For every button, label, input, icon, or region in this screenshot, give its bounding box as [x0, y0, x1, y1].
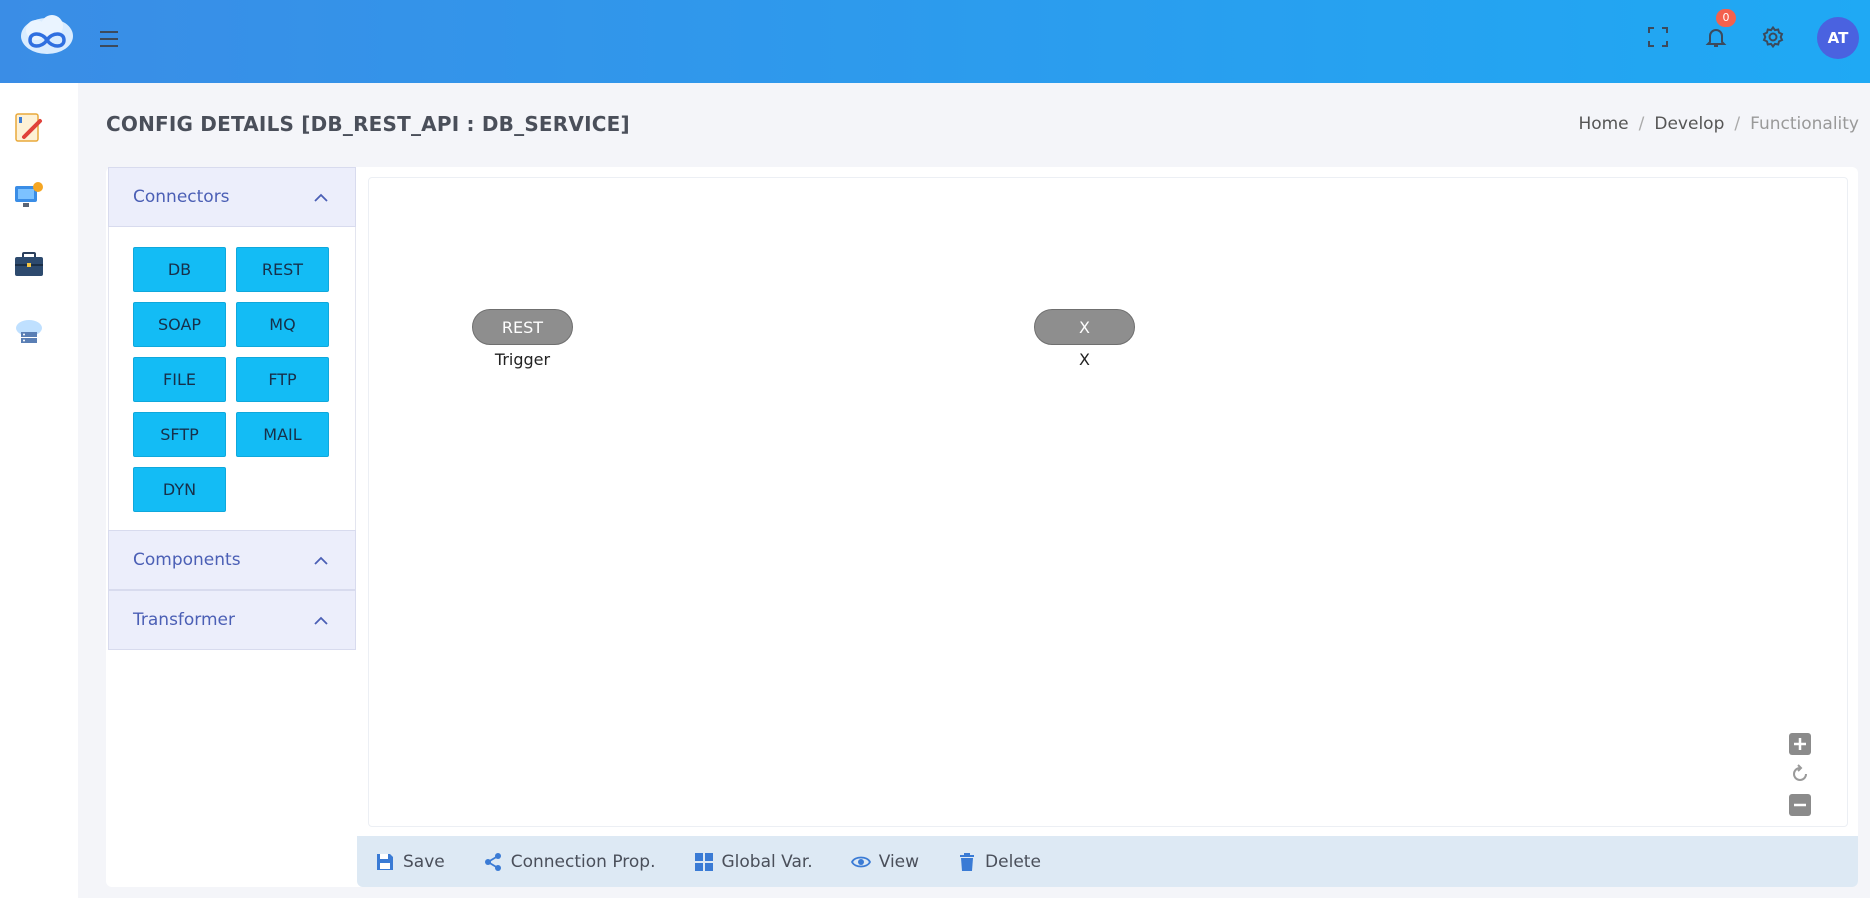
delete-button[interactable]: Delete: [957, 852, 1041, 872]
global-var-button[interactable]: Global Var.: [694, 852, 813, 872]
monitor-settings-icon[interactable]: [12, 179, 46, 213]
breadcrumb-separator: /: [1638, 114, 1645, 134]
flow-node-label: X: [1079, 350, 1090, 369]
connector-mail-button[interactable]: MAIL: [236, 412, 329, 457]
left-rail: [0, 83, 78, 898]
reset-zoom-icon[interactable]: [1788, 762, 1812, 786]
save-icon: [377, 853, 393, 870]
breadcrumb-develop[interactable]: Develop: [1654, 114, 1724, 134]
connection-prop-label: Connection Prop.: [510, 851, 656, 872]
top-bar: 0 AT: [0, 0, 1870, 83]
connector-mq-button[interactable]: MQ: [236, 302, 329, 347]
eye-icon: [850, 856, 871, 867]
section-label: Components: [133, 550, 241, 570]
section-connectors[interactable]: Connectors: [108, 167, 356, 227]
breadcrumb-home[interactable]: Home: [1578, 114, 1628, 134]
section-transformer[interactable]: Transformer: [108, 590, 356, 650]
save-button[interactable]: Save: [375, 852, 445, 872]
user-avatar[interactable]: AT: [1817, 17, 1859, 59]
view-button[interactable]: View: [850, 851, 920, 872]
menu-toggle-icon[interactable]: [96, 26, 122, 52]
edit-document-icon[interactable]: [12, 111, 46, 145]
connector-sftp-button[interactable]: SFTP: [133, 412, 226, 457]
global-var-label: Global Var.: [721, 851, 813, 872]
zoom-out-icon[interactable]: [1788, 793, 1812, 817]
grid-icon: [694, 852, 713, 871]
flow-canvas[interactable]: REST Trigger X X: [368, 177, 1848, 827]
trash-icon: [960, 852, 975, 871]
canvas-toolbar: Save Connection Prop. Global Var. View D…: [357, 836, 1858, 887]
chevron-up-icon: [314, 556, 328, 565]
view-label: View: [878, 851, 920, 872]
section-label: Transformer: [133, 610, 236, 630]
page-title: CONFIG DETAILS [DB_REST_API : DB_SERVICE…: [106, 112, 630, 136]
zoom-in-icon[interactable]: [1788, 732, 1812, 756]
connection-prop-button[interactable]: Connection Prop.: [483, 852, 656, 872]
section-components[interactable]: Components: [108, 530, 356, 590]
fullscreen-icon[interactable]: [1643, 22, 1673, 52]
connector-file-button[interactable]: FILE: [133, 357, 226, 402]
connector-rest-button[interactable]: REST: [236, 247, 329, 292]
connectors-grid: DB REST SOAP MQ FILE FTP SFTP MAIL DYN: [108, 227, 356, 530]
section-label: Connectors: [133, 187, 230, 207]
notification-badge: 0: [1716, 9, 1736, 27]
flow-node-label: Trigger: [494, 350, 551, 369]
breadcrumb: Home / Develop / Functionality: [1578, 114, 1859, 134]
palette-panel: Connectors DB REST SOAP MQ FILE FTP SFTP…: [108, 167, 356, 655]
share-icon: [484, 852, 501, 871]
chevron-up-icon: [314, 193, 328, 202]
briefcase-icon[interactable]: [12, 247, 46, 281]
gear-icon[interactable]: [1758, 22, 1788, 52]
cloud-server-icon[interactable]: [12, 315, 46, 349]
flow-node-rest[interactable]: REST: [472, 309, 573, 345]
connector-dyn-button[interactable]: DYN: [133, 467, 226, 512]
connector-soap-button[interactable]: SOAP: [133, 302, 226, 347]
app-logo-icon[interactable]: [18, 14, 76, 62]
flow-node-x[interactable]: X: [1034, 309, 1135, 345]
chevron-up-icon: [314, 616, 328, 625]
connector-ftp-button[interactable]: FTP: [236, 357, 329, 402]
breadcrumb-separator: /: [1734, 114, 1741, 134]
connector-db-button[interactable]: DB: [133, 247, 226, 292]
delete-label: Delete: [985, 851, 1041, 872]
breadcrumb-functionality: Functionality: [1750, 114, 1859, 134]
save-label: Save: [403, 851, 445, 872]
